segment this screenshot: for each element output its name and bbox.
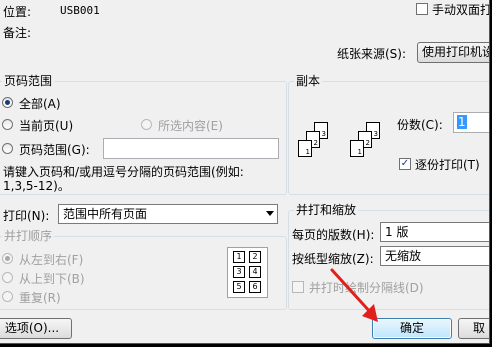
radio-current-page[interactable] <box>2 119 13 130</box>
radio-top-to-bottom[interactable] <box>2 272 13 283</box>
pages-per-sheet-label: 每页的版数(H): <box>292 228 375 242</box>
copies-count-value: 1 <box>457 115 467 129</box>
radio-left-to-right[interactable] <box>2 253 13 264</box>
options-button[interactable]: 选项(O)... <box>0 318 72 339</box>
pages-per-sheet-value: 1 版 <box>385 225 409 239</box>
radio-selection-label: 所选内容(E) <box>158 119 223 133</box>
print-what-value: 范围中所有页面 <box>63 207 148 221</box>
radio-left-to-right-label: 从左到右(F) <box>19 253 84 267</box>
scale-value: 无缩放 <box>385 249 422 263</box>
collate-label: 逐份打印(T) <box>415 158 480 172</box>
radio-page-range-label: 页码范围(G): <box>19 143 90 157</box>
page-range-input[interactable] <box>103 138 279 159</box>
location-label: 位置: <box>3 5 32 19</box>
pages-per-sheet-select[interactable]: 1 版 <box>380 222 489 242</box>
collate-checkbox[interactable]: ✓ <box>399 158 411 170</box>
order-preview-icon: 1 2 3 4 5 6 <box>227 247 268 298</box>
scale-select[interactable]: 无缩放 <box>380 246 489 266</box>
copies-title: 副本 <box>294 74 323 88</box>
annotation-arrow-icon <box>330 268 378 322</box>
manual-duplex-label: 手动双面打 <box>432 3 490 17</box>
radio-selection[interactable] <box>141 119 152 130</box>
print-dialog: 位置: USB001 备注: 手动双面打 纸张来源(S): 使用打印机设 页码范… <box>0 0 490 344</box>
radio-all-label: 全部(A) <box>19 97 61 111</box>
radio-page-range[interactable] <box>2 143 13 154</box>
cancel-button[interactable]: 取 <box>458 318 489 339</box>
page-range-hint-2: 1,3,5-12)。 <box>3 179 70 193</box>
chevron-down-icon <box>266 211 274 216</box>
print-what-label: 打印(N): <box>3 209 50 223</box>
comment-label: 备注: <box>3 26 32 40</box>
separator-checkbox[interactable] <box>292 281 304 293</box>
copies-count-label: 份数(C): <box>397 118 443 132</box>
zoom-title: 并打和缩放 <box>294 203 359 217</box>
paper-source-button[interactable]: 使用打印机设 <box>417 42 489 63</box>
radio-all[interactable] <box>2 97 13 108</box>
radio-repeat[interactable] <box>2 291 13 302</box>
copies-count-input[interactable]: 1 <box>453 112 489 133</box>
print-what-select[interactable]: 范围中所有页面 <box>58 204 278 224</box>
page-range-title: 页码范围 <box>2 74 55 88</box>
paper-source-label: 纸张来源(S): <box>337 47 407 61</box>
radio-repeat-label: 重复(R) <box>19 291 61 305</box>
radio-top-to-bottom-label: 从上到下(B) <box>19 272 85 286</box>
order-title: 并打顺序 <box>2 229 55 243</box>
manual-duplex-checkbox[interactable] <box>416 3 428 15</box>
radio-current-page-label: 当前页(U) <box>19 119 74 133</box>
location-value: USB001 <box>60 4 100 17</box>
